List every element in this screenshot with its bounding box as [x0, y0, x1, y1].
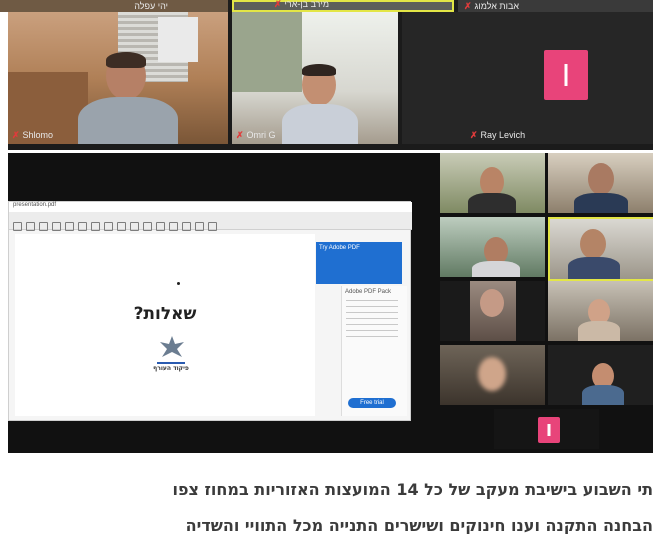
video-tile-1[interactable]: ✗ Shlomo [8, 12, 228, 144]
top-tile-left[interactable]: יהי עפלה [0, 0, 228, 12]
gallery-tile-2[interactable] [548, 153, 653, 213]
car-window [232, 12, 302, 92]
shared-screen[interactable]: presentation.pdf שאלות? פיקוד העורף Try … [8, 201, 412, 421]
slide-title: שאלות? [133, 304, 197, 324]
top-tile-left-name: יהי עפלה [134, 1, 168, 11]
article-caption-line-1: תי השבוע בישיבת מעקב של כל 14 המועצות הא… [172, 480, 653, 499]
free-trial-button-label: Free trial [360, 400, 384, 406]
cursor-icon[interactable] [104, 222, 113, 231]
page-up-icon[interactable] [78, 222, 87, 231]
gallery-tile-4[interactable] [548, 217, 653, 281]
window-title-bar: presentation.pdf [9, 202, 412, 212]
slide-caption: פיקוד העורף [153, 365, 189, 372]
top-tile-center[interactable]: ✗ מירב בן-ארי [232, 0, 454, 12]
side-panel-lines [346, 300, 398, 340]
top-strip: יהי עפלה ✗ מירב בן-ארי ✗ אבות אלמוג [0, 0, 653, 12]
gallery-tile-5[interactable] [440, 281, 545, 341]
article-caption-line-2: הבחנה התקנה וענו חינוקים ושישרים התנייה … [185, 516, 653, 534]
gallery-tile-7[interactable] [440, 345, 545, 405]
comment-icon[interactable] [169, 222, 178, 231]
adobe-side-panel: Adobe PDF Pack Free trial [341, 286, 407, 416]
zoom-icon[interactable] [65, 222, 74, 231]
video-tile-2-name: ✗ Omri G [236, 130, 276, 140]
search-icon[interactable] [52, 222, 61, 231]
reader-toolbar [9, 212, 412, 231]
top-tile-right[interactable]: ✗ אבות אלמוג [458, 0, 653, 12]
bottom-meeting-view: presentation.pdf שאלות? פיקוד העורף Try … [8, 153, 653, 453]
home-icon[interactable] [13, 222, 22, 231]
gallery-tile-9[interactable] [494, 409, 599, 449]
gallery-avatar-placeholder-icon [538, 417, 560, 443]
top-tile-center-name: ✗ מירב בן-ארי [274, 0, 330, 9]
avatar-placeholder-icon [544, 50, 588, 100]
print-icon[interactable] [39, 222, 48, 231]
emblem-underline [157, 362, 185, 364]
star-icon[interactable] [26, 222, 35, 231]
gallery-tile-1[interactable] [440, 153, 545, 213]
hand-icon[interactable] [117, 222, 126, 231]
free-trial-button[interactable]: Free trial [348, 398, 396, 408]
gallery-tile-8[interactable] [548, 345, 653, 405]
sign-icon[interactable] [195, 222, 204, 231]
idf-emblem-icon [157, 334, 187, 360]
video-tile-1-name: ✗ Shlomo [12, 130, 54, 140]
gallery-grid [440, 153, 653, 453]
zoom-out-icon[interactable] [130, 222, 139, 231]
video-tile-3-name: ✗ Ray Levich [470, 130, 526, 140]
pen-icon[interactable] [182, 222, 191, 231]
cursor-dot [177, 282, 180, 285]
adobe-popup-title: Try Adobe PDF [319, 245, 360, 251]
top-video-grid: ✗ Shlomo ✗ Omri G ✗ Ray Levich [8, 12, 653, 150]
share-icon[interactable] [208, 222, 217, 231]
adobe-popup[interactable]: Try Adobe PDF [316, 242, 402, 284]
gallery-tile-6[interactable] [548, 281, 653, 341]
side-panel-title: Adobe PDF Pack [345, 289, 392, 295]
window-title: presentation.pdf [13, 202, 57, 208]
video-tile-2[interactable]: ✗ Omri G [232, 12, 398, 144]
page-down-icon[interactable] [91, 222, 100, 231]
zoom-in-icon[interactable] [143, 222, 152, 231]
video-tile-3[interactable]: ✗ Ray Levich [402, 12, 653, 144]
document-page: שאלות? פיקוד העורף [15, 234, 315, 416]
gallery-tile-3[interactable] [440, 217, 545, 277]
fit-icon[interactable] [156, 222, 165, 231]
flag [158, 17, 198, 62]
top-tile-right-name: ✗ אבות אלמוג [464, 1, 520, 11]
